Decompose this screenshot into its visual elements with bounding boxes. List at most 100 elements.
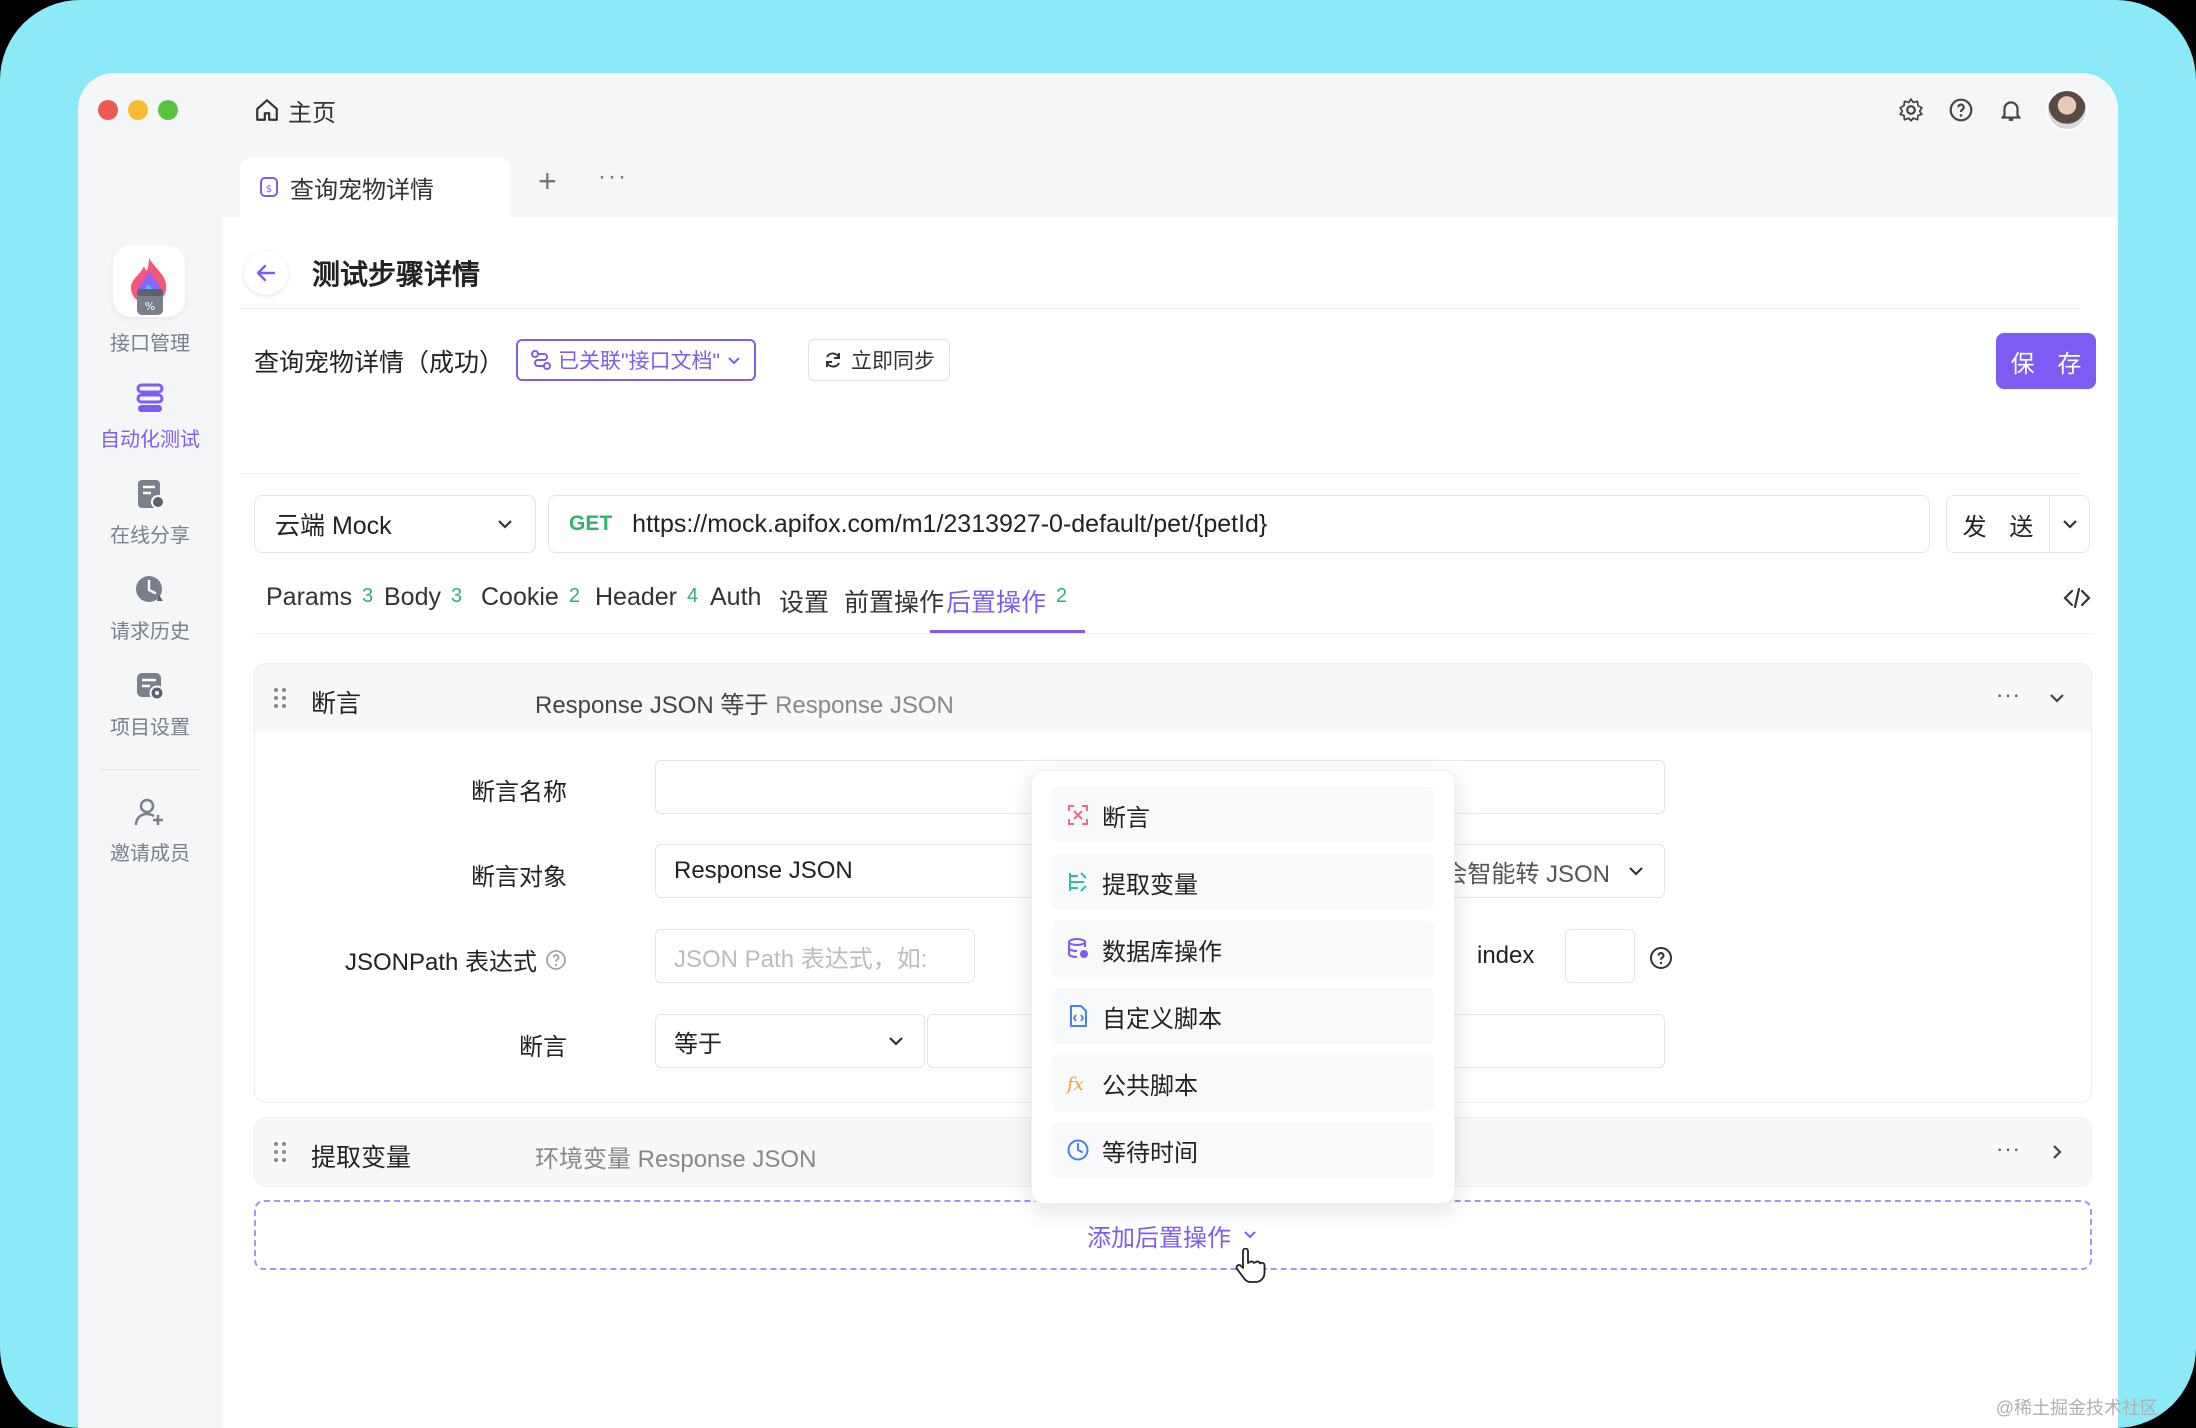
help-icon[interactable]	[1649, 946, 1673, 970]
extract-summary: 环境变量 Response JSON	[535, 1146, 817, 1173]
hand-cursor-icon	[1235, 1248, 1266, 1283]
save-button[interactable]: 保 存	[1996, 333, 2096, 389]
add-post-operation-button[interactable]: 添加后置操作	[254, 1200, 2092, 1270]
index-input[interactable]	[1565, 929, 1635, 983]
send-options-button[interactable]	[2049, 496, 2089, 552]
add-tab-button[interactable]: +	[538, 165, 557, 197]
environment-value: 云端 Mock	[275, 512, 392, 540]
watermark: @稀土掘金技术社区	[1995, 1398, 2158, 1418]
assertion-card-header[interactable]: 断言 Response JSON 等于 Response JSON ···	[255, 664, 2091, 732]
url-value: https://mock.apifox.com/m1/2313927-0-def…	[632, 509, 1268, 538]
help-icon[interactable]	[545, 949, 567, 971]
menu-item-wait-time[interactable]: 等待时间	[1052, 1122, 1434, 1178]
case-name: 查询宠物详情（成功）	[254, 349, 505, 377]
menu-item-label: 公共脚本	[1102, 1072, 1198, 1100]
sync-now-button[interactable]: 立即同步	[808, 339, 950, 381]
home-link[interactable]: 主页	[254, 93, 336, 127]
code-view-icon[interactable]	[2062, 583, 2092, 613]
menu-item-database[interactable]: 数据库操作	[1052, 921, 1434, 977]
close-window-button[interactable]	[98, 100, 118, 120]
environment-select[interactable]: 云端 Mock	[254, 495, 536, 553]
home-icon	[256, 99, 278, 121]
sidebar-item-label: 项目设置	[110, 717, 190, 739]
sidebar-item-online-share[interactable]: 在线分享	[78, 477, 222, 548]
add-post-operation-label: 添加后置操作	[1087, 1224, 1231, 1252]
tab-label: Header	[595, 583, 677, 611]
chevron-right-icon[interactable]	[2047, 1142, 2067, 1162]
sidebar-item-request-history[interactable]: 请求历史	[78, 573, 222, 644]
sidebar-item-invite-members[interactable]: 邀请成员	[78, 795, 222, 866]
sync-icon	[826, 352, 840, 368]
script-icon	[1070, 1005, 1087, 1027]
url-input[interactable]: GET https://mock.apifox.com/m1/2313927-0…	[548, 495, 1930, 553]
send-button[interactable]: 发 送	[1947, 507, 2049, 542]
tab-label: Params	[266, 583, 353, 611]
sidebar-item-automated-testing[interactable]: 自动化测试	[78, 381, 222, 452]
tab-label: 设置	[779, 589, 830, 617]
page-title: 测试步骤详情	[312, 258, 481, 290]
drag-handle-icon[interactable]	[273, 686, 287, 710]
chevron-down-icon	[889, 1037, 903, 1046]
help-icon[interactable]	[1948, 97, 1974, 123]
sidebar: % 接口管理 自动化测试 在线分享 请求历史 项目设置 邀请成员	[78, 145, 222, 1428]
menu-item-common-script[interactable]: fx 公共脚本	[1052, 1055, 1434, 1111]
bell-icon[interactable]	[1998, 97, 2024, 123]
menu-item-label: 断言	[1102, 804, 1150, 832]
assertion-card-title: 断言	[311, 690, 362, 718]
tab-count: 3	[450, 585, 463, 607]
jsonpath-input[interactable]: JSON Path 表达式，如:	[655, 929, 975, 983]
tab-more-button[interactable]: ···	[598, 163, 628, 191]
svg-text:$: $	[266, 184, 272, 195]
menu-item-extract-variable[interactable]: 提取变量	[1052, 854, 1434, 910]
back-button[interactable]	[244, 250, 288, 295]
tab-label: 后置操作	[946, 589, 1047, 617]
tab-count: 3	[362, 585, 374, 607]
sidebar-divider	[100, 769, 200, 770]
assertion-target-hint: ) 会智能转 JSON	[1428, 860, 1610, 888]
linked-doc-button[interactable]: 已关联"接口文档"	[516, 339, 756, 381]
link-flow-icon	[531, 350, 551, 370]
chevron-down-icon	[498, 520, 512, 529]
extract-card-title: 提取变量	[311, 1144, 412, 1172]
menu-item-assertion[interactable]: 断言	[1052, 787, 1434, 843]
tab-pre-operations[interactable]: 前置操作	[844, 575, 944, 633]
chevron-down-icon	[1629, 867, 1643, 876]
sidebar-item-label: 自动化测试	[100, 429, 200, 451]
tab-count: 4	[687, 585, 699, 607]
drag-handle-icon[interactable]	[273, 1140, 287, 1164]
assertion-summary-main: Response JSON 等于	[535, 692, 769, 719]
file-tab-active[interactable]: $ 查询宠物详情	[240, 157, 510, 217]
tab-cookie[interactable]: Cookie 2	[481, 575, 580, 633]
settings-icon[interactable]	[1898, 97, 1924, 123]
card-more-button[interactable]: ···	[1996, 682, 2021, 708]
svg-text:%: %	[145, 300, 155, 313]
sidebar-item-project-settings[interactable]: 项目设置	[78, 669, 222, 740]
tab-post-operations[interactable]: 后置操作 2	[930, 575, 1086, 633]
function-icon: fx	[1066, 1074, 1084, 1095]
api-management-icon: %	[137, 289, 163, 315]
history-icon	[136, 576, 163, 602]
assertion-op-value: 等于	[674, 1030, 722, 1058]
tab-settings[interactable]: 设置	[779, 575, 829, 633]
automated-testing-icon	[136, 383, 164, 412]
tab-params[interactable]: Params 3	[266, 575, 373, 633]
sidebar-item-api-management[interactable]: % 接口管理	[78, 285, 222, 356]
menu-item-label: 等待时间	[1102, 1139, 1198, 1167]
minimize-window-button[interactable]	[128, 100, 148, 120]
sidebar-item-label: 在线分享	[110, 525, 190, 547]
page-header: 测试步骤详情	[240, 237, 2080, 309]
assertion-name-label: 断言名称	[471, 779, 567, 806]
http-method[interactable]: GET	[569, 512, 612, 536]
chevron-down-icon[interactable]	[2047, 688, 2067, 708]
clock-icon	[1067, 1139, 1089, 1161]
tab-header[interactable]: Header 4	[595, 575, 698, 633]
assertion-op-select[interactable]: 等于	[655, 1014, 925, 1068]
card-more-button[interactable]: ···	[1996, 1136, 2021, 1162]
menu-item-label: 自定义脚本	[1102, 1005, 1222, 1033]
user-avatar[interactable]	[2046, 89, 2088, 131]
menu-item-custom-script[interactable]: 自定义脚本	[1052, 988, 1434, 1044]
tab-auth[interactable]: Auth	[710, 575, 761, 633]
arrow-left-icon	[256, 264, 276, 281]
tab-body[interactable]: Body 3	[384, 575, 462, 633]
maximize-window-button[interactable]	[158, 100, 178, 120]
